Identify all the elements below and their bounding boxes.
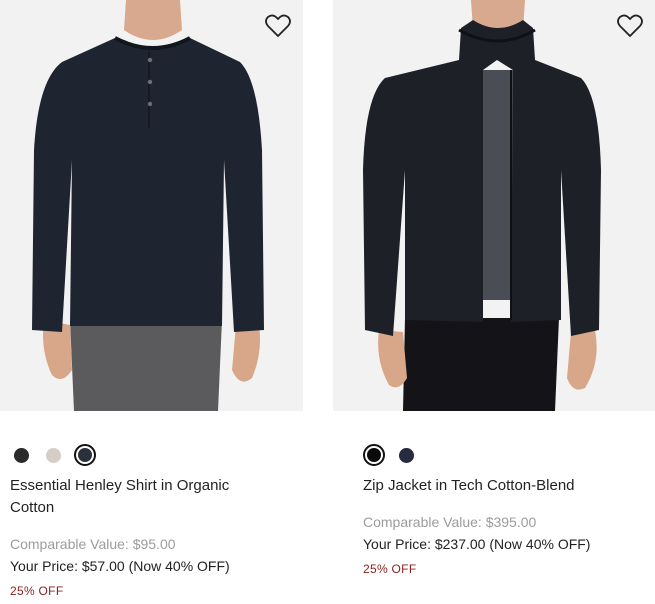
wishlist-button[interactable] — [617, 14, 643, 38]
swatch-dot — [78, 448, 92, 462]
discount-badge: 25% OFF — [10, 584, 64, 598]
heart-outline-icon — [265, 14, 291, 37]
comparable-value: Comparable Value: $95.00 — [10, 536, 176, 552]
swatch-dot — [13, 447, 29, 463]
your-price: Your Price: $57.00 (Now 40% OFF) — [10, 558, 230, 574]
color-swatch[interactable] — [395, 444, 417, 466]
your-price: Your Price: $237.00 (Now 40% OFF) — [363, 536, 591, 552]
henley-shirt-image[interactable] — [0, 0, 303, 411]
comparable-value: Comparable Value: $395.00 — [363, 514, 537, 530]
color-swatches — [10, 444, 96, 466]
product-image-henley[interactable] — [0, 0, 303, 411]
color-swatch-selected[interactable] — [363, 444, 385, 466]
wishlist-button[interactable] — [265, 14, 291, 38]
product-card[interactable]: Zip Jacket in Tech Cotton-Blend Comparab… — [333, 0, 655, 576]
product-name[interactable]: Zip Jacket in Tech Cotton-Blend — [363, 475, 623, 497]
heart-outline-icon — [617, 14, 643, 37]
color-swatch[interactable] — [10, 444, 32, 466]
swatch-dot — [398, 447, 414, 463]
color-swatch[interactable] — [42, 444, 64, 466]
zip-jacket-image[interactable] — [333, 0, 655, 411]
color-swatches — [363, 444, 417, 466]
swatch-dot — [367, 448, 381, 462]
product-card[interactable]: Essential Henley Shirt in Organic Cotton… — [0, 0, 303, 598]
swatch-dot — [45, 447, 61, 463]
product-image-zip-jacket[interactable] — [333, 0, 655, 411]
color-swatch-selected[interactable] — [74, 444, 96, 466]
product-name[interactable]: Essential Henley Shirt in Organic Cotton — [10, 475, 255, 519]
discount-badge: 25% OFF — [363, 562, 417, 576]
